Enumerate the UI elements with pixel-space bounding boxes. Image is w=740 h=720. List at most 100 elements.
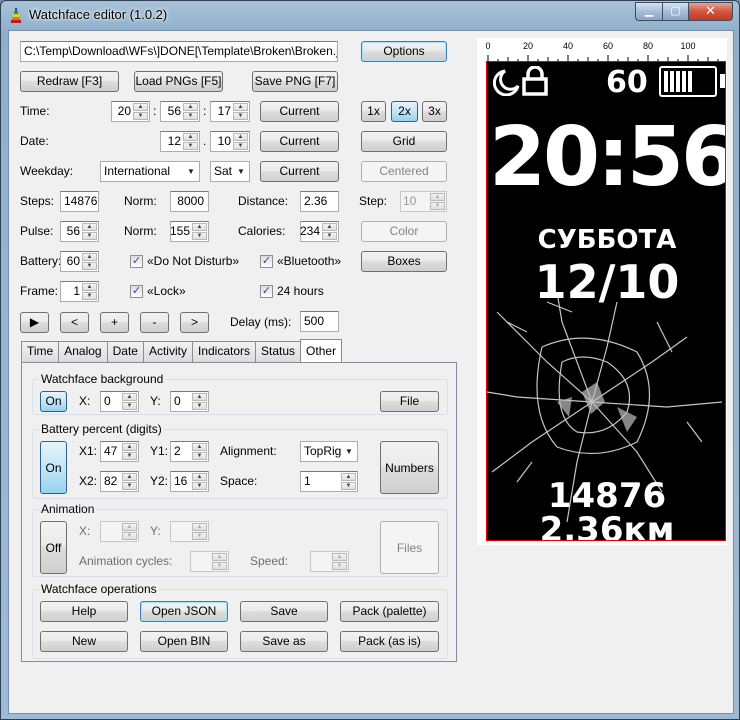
- close-button[interactable]: ✕: [688, 2, 733, 21]
- animation-speed-stepper[interactable]: ▲ ▼: [310, 551, 349, 572]
- save-as-button[interactable]: Save as: [240, 631, 328, 652]
- steps-norm-field[interactable]: 8000: [170, 191, 209, 212]
- spin-up-icon[interactable]: ▲: [122, 393, 137, 401]
- spin-up-icon[interactable]: ▲: [122, 473, 137, 481]
- tab-indicators[interactable]: Indicators: [191, 341, 257, 362]
- calories-stepper[interactable]: 234 ▲ ▼: [300, 221, 339, 242]
- spin-up-icon[interactable]: ▲: [332, 553, 347, 561]
- grid-button[interactable]: Grid: [361, 131, 447, 152]
- spin-down-icon[interactable]: ▼: [233, 112, 248, 120]
- weekday-current-button[interactable]: Current: [260, 161, 339, 182]
- pulse-norm-stepper[interactable]: 155 ▲ ▼: [170, 221, 209, 242]
- battery-percent-on-button[interactable]: On: [40, 441, 67, 494]
- step-stepper[interactable]: 10 ▲ ▼: [400, 191, 447, 212]
- spin-up-icon[interactable]: ▲: [82, 283, 97, 291]
- open-json-button[interactable]: Open JSON: [140, 601, 228, 622]
- spin-down-icon[interactable]: ▼: [192, 452, 207, 460]
- minute-stepper[interactable]: 56 ▲ ▼: [160, 101, 200, 122]
- numbers-button[interactable]: Numbers: [380, 441, 439, 494]
- month-stepper[interactable]: 10 ▲ ▼: [210, 131, 250, 152]
- spin-down-icon[interactable]: ▼: [122, 482, 137, 490]
- centered-button[interactable]: Centered: [361, 161, 447, 182]
- animation-files-button[interactable]: Files: [380, 521, 439, 574]
- spin-up-icon[interactable]: ▲: [133, 103, 148, 111]
- spin-down-icon[interactable]: ▼: [82, 292, 97, 300]
- animation-x-stepper[interactable]: ▲ ▼: [100, 521, 139, 542]
- spin-down-icon[interactable]: ▼: [192, 402, 207, 410]
- spin-up-icon[interactable]: ▲: [122, 443, 137, 451]
- spin-up-icon[interactable]: ▲: [82, 223, 97, 231]
- spin-up-icon[interactable]: ▲: [183, 133, 198, 141]
- new-button[interactable]: New: [40, 631, 128, 652]
- tab-analog[interactable]: Analog: [58, 341, 108, 362]
- pulse-stepper[interactable]: 56 ▲ ▼: [60, 221, 99, 242]
- time-current-button[interactable]: Current: [260, 101, 339, 122]
- pack-palette-button[interactable]: Pack (palette): [340, 601, 439, 622]
- weekday-day-select[interactable]: Sat ▼: [210, 161, 250, 182]
- zoom-1x-button[interactable]: 1x: [361, 101, 386, 122]
- spin-down-icon[interactable]: ▼: [122, 452, 137, 460]
- distance-field[interactable]: 2.36: [300, 191, 339, 212]
- spin-down-icon[interactable]: ▼: [82, 262, 97, 270]
- spin-down-icon[interactable]: ▼: [122, 402, 137, 410]
- space-stepper[interactable]: 1 ▲ ▼: [300, 471, 358, 492]
- spin-down-icon[interactable]: ▼: [332, 562, 347, 570]
- help-button[interactable]: Help: [40, 601, 128, 622]
- options-button[interactable]: Options: [361, 41, 447, 62]
- battery-x1-stepper[interactable]: 47 ▲ ▼: [100, 441, 139, 462]
- spin-up-icon[interactable]: ▲: [192, 473, 207, 481]
- spin-down-icon[interactable]: ▼: [233, 142, 248, 150]
- steps-field[interactable]: 14876: [60, 191, 99, 212]
- pack-as-is-button[interactable]: Pack (as is): [340, 631, 439, 652]
- title-bar[interactable]: Watchface editor (1.0.2) ▁ ▢ ✕: [1, 1, 739, 29]
- date-current-button[interactable]: Current: [260, 131, 339, 152]
- animation-off-button[interactable]: Off: [40, 521, 67, 574]
- hour-stepper[interactable]: 20 ▲ ▼: [111, 101, 150, 122]
- background-on-button[interactable]: On: [40, 391, 67, 412]
- battery-x2-stepper[interactable]: 82 ▲ ▼: [100, 471, 139, 492]
- tab-activity[interactable]: Activity: [142, 341, 193, 362]
- spin-down-icon[interactable]: ▼: [133, 112, 148, 120]
- spin-down-icon[interactable]: ▼: [122, 532, 137, 540]
- maximize-button[interactable]: ▢: [662, 2, 688, 21]
- spin-down-icon[interactable]: ▼: [192, 532, 207, 540]
- remove-frame-button[interactable]: -: [140, 312, 169, 333]
- load-pngs-button[interactable]: Load PNGs [F5]: [134, 71, 223, 92]
- spin-down-icon[interactable]: ▼: [183, 112, 198, 120]
- spin-down-icon[interactable]: ▼: [192, 232, 207, 240]
- spin-down-icon[interactable]: ▼: [183, 142, 198, 150]
- minimize-button[interactable]: ▁: [635, 2, 662, 21]
- json-path-field[interactable]: C:\Temp\Download\WFs\]DONE[\Template\Bro…: [20, 41, 338, 62]
- battery-y2-stepper[interactable]: 16 ▲ ▼: [170, 471, 209, 492]
- open-bin-button[interactable]: Open BIN: [140, 631, 228, 652]
- dnd-checkbox[interactable]: ✓ «Do Not Disturb»: [130, 253, 239, 269]
- tab-other[interactable]: Other: [300, 339, 343, 362]
- delay-field[interactable]: 500: [300, 311, 339, 332]
- spin-down-icon[interactable]: ▼: [430, 202, 445, 210]
- battery-stepper[interactable]: 60 ▲ ▼: [60, 251, 99, 272]
- zoom-3x-button[interactable]: 3x: [422, 101, 447, 122]
- alignment-select[interactable]: TopRigh ▼: [300, 441, 358, 462]
- save-png-button[interactable]: Save PNG [F7]: [252, 71, 338, 92]
- spin-up-icon[interactable]: ▲: [192, 523, 207, 531]
- add-frame-button[interactable]: +: [100, 312, 129, 333]
- spin-down-icon[interactable]: ▼: [341, 482, 356, 490]
- zoom-2x-button[interactable]: 2x: [391, 101, 418, 122]
- background-y-stepper[interactable]: 0 ▲ ▼: [170, 391, 209, 412]
- second-stepper[interactable]: 17 ▲ ▼: [210, 101, 250, 122]
- animation-cycles-stepper[interactable]: ▲ ▼: [190, 551, 229, 572]
- play-button[interactable]: ▶: [20, 312, 49, 333]
- boxes-button[interactable]: Boxes: [361, 251, 447, 272]
- spin-down-icon[interactable]: ▼: [212, 562, 227, 570]
- battery-y1-stepper[interactable]: 2 ▲ ▼: [170, 441, 209, 462]
- background-x-stepper[interactable]: 0 ▲ ▼: [100, 391, 139, 412]
- spin-down-icon[interactable]: ▼: [192, 482, 207, 490]
- tab-date[interactable]: Date: [106, 341, 144, 362]
- frame-stepper[interactable]: 1 ▲ ▼: [60, 281, 99, 302]
- weekday-locale-select[interactable]: International ▼: [100, 161, 200, 182]
- background-file-button[interactable]: File: [380, 391, 439, 412]
- tab-time[interactable]: Time: [21, 341, 60, 362]
- animation-y-stepper[interactable]: ▲ ▼: [170, 521, 209, 542]
- spin-up-icon[interactable]: ▲: [192, 223, 207, 231]
- spin-down-icon[interactable]: ▼: [82, 232, 97, 240]
